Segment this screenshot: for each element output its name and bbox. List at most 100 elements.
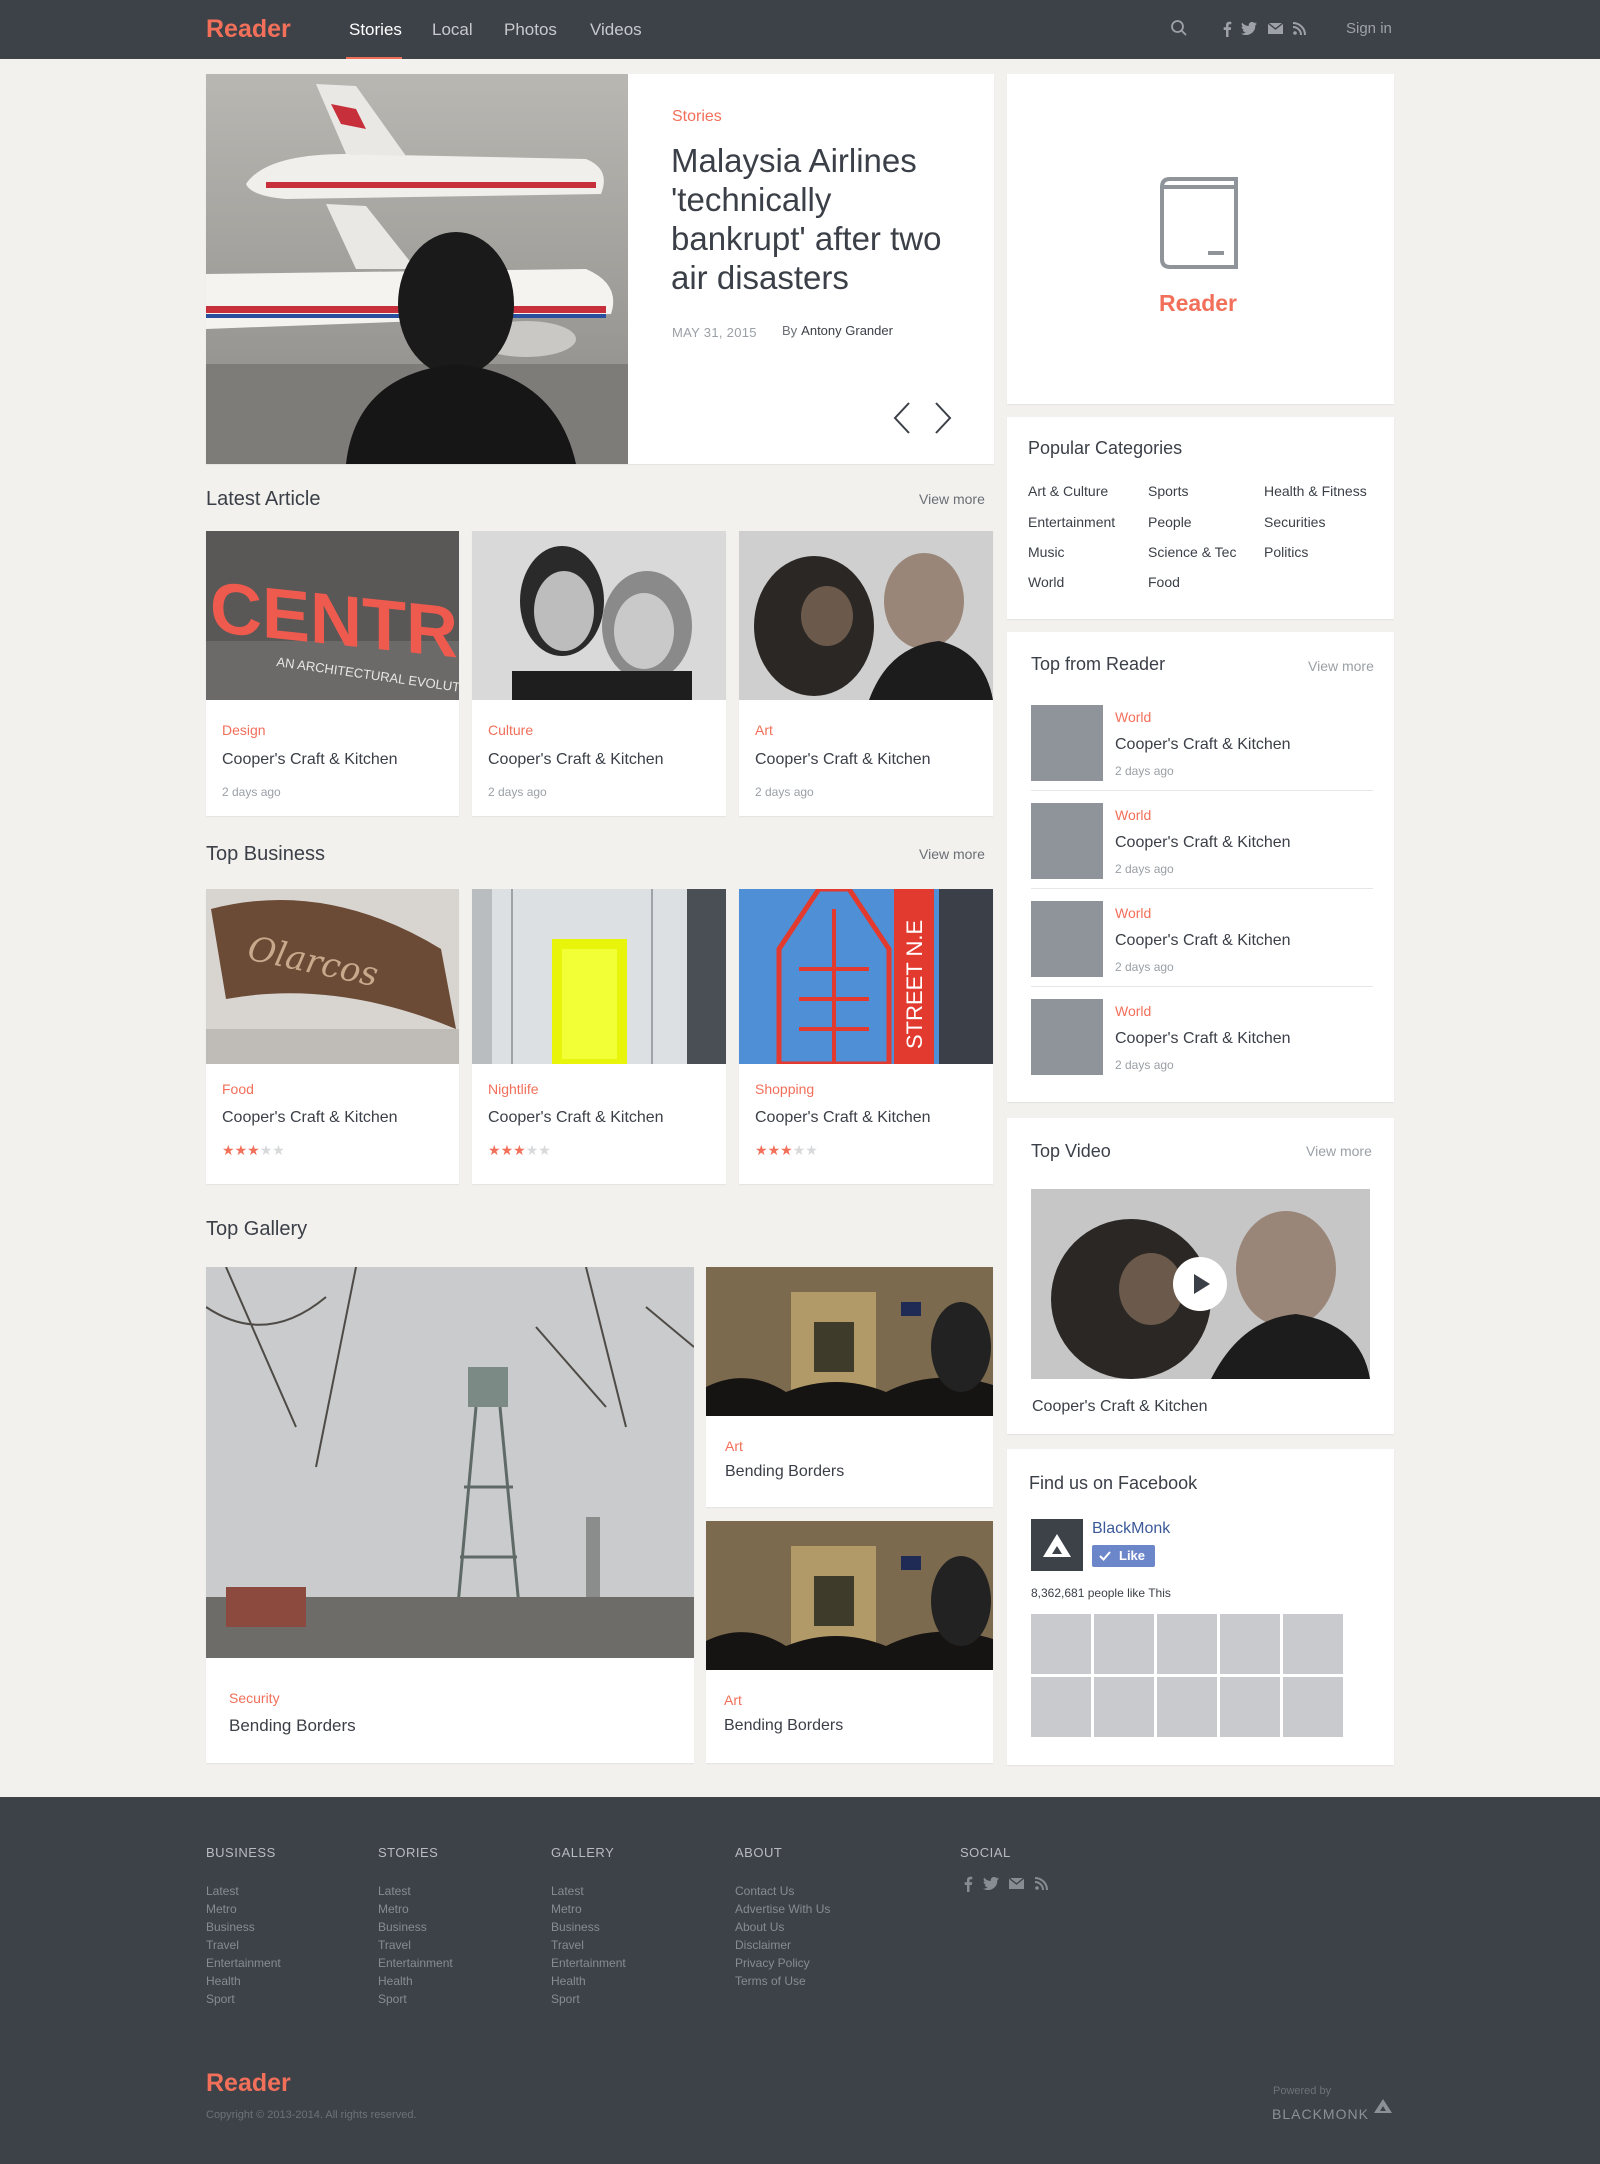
latest-title-3[interactable]: Cooper's Craft & Kitchen — [755, 751, 931, 769]
business-title-2[interactable]: Cooper's Craft & Kitchen — [488, 1109, 664, 1127]
friend-avatar[interactable] — [1157, 1677, 1217, 1737]
chevron-left-icon[interactable] — [891, 400, 913, 436]
footer-link[interactable]: Sport — [378, 1992, 407, 2006]
footer-link[interactable]: Privacy Policy — [735, 1956, 810, 1970]
friend-avatar[interactable] — [1031, 1677, 1091, 1737]
hero-image[interactable] — [206, 74, 628, 464]
business-category-1[interactable]: Food — [222, 1081, 254, 1097]
top-reader-item-title-1[interactable]: Cooper's Craft & Kitchen — [1115, 736, 1291, 754]
category-link[interactable]: Health & Fitness — [1264, 483, 1367, 499]
footer-link[interactable]: Entertainment — [551, 1956, 626, 1970]
latest-image-1[interactable]: CENTRAL AN ARCHITECTURAL EVOLUTION — [206, 531, 459, 700]
gallery-image-2[interactable] — [706, 1267, 993, 1416]
gallery-title-3[interactable]: Bending Borders — [724, 1717, 843, 1735]
footer-link[interactable]: Entertainment — [378, 1956, 453, 1970]
friend-avatar[interactable] — [1094, 1677, 1154, 1737]
top-reader-thumb-2[interactable] — [1031, 803, 1103, 879]
top-video-view-more[interactable]: View more — [1306, 1143, 1372, 1159]
footer-brand[interactable]: BLACKMONK — [1272, 2106, 1369, 2122]
latest-image-2[interactable] — [472, 531, 726, 700]
footer-link[interactable]: Health — [378, 1974, 413, 1988]
latest-image-3[interactable] — [739, 531, 993, 700]
footer-link[interactable]: Contact Us — [735, 1884, 794, 1898]
business-image-3[interactable]: STREET N.E — [739, 889, 993, 1064]
category-link[interactable]: Science & Tec — [1148, 544, 1236, 560]
friend-avatar[interactable] — [1094, 1614, 1154, 1674]
footer-link[interactable]: Disclaimer — [735, 1938, 791, 1952]
category-link[interactable]: World — [1028, 574, 1064, 590]
friend-avatar[interactable] — [1157, 1614, 1217, 1674]
hero-author[interactable]: Antony Grander — [801, 323, 893, 338]
search-icon[interactable] — [1170, 19, 1188, 37]
latest-title-2[interactable]: Cooper's Craft & Kitchen — [488, 751, 664, 769]
top-reader-view-more[interactable]: View more — [1308, 658, 1374, 674]
category-link[interactable]: Food — [1148, 574, 1180, 590]
video-caption[interactable]: Cooper's Craft & Kitchen — [1032, 1398, 1208, 1416]
footer-link[interactable]: Sport — [206, 1992, 235, 2006]
gallery-title-1[interactable]: Bending Borders — [229, 1716, 356, 1736]
footer-mail-icon[interactable] — [1009, 1878, 1024, 1889]
signin-link[interactable]: Sign in — [1346, 20, 1392, 37]
top-reader-item-title-4[interactable]: Cooper's Craft & Kitchen — [1115, 1030, 1291, 1048]
footer-logo[interactable]: Reader — [206, 2069, 291, 2098]
footer-rss-icon[interactable] — [1035, 1877, 1048, 1890]
category-link[interactable]: Sports — [1148, 483, 1188, 499]
nav-videos[interactable]: Videos — [590, 20, 642, 40]
footer-link[interactable]: Latest — [378, 1884, 411, 1898]
latest-category-1[interactable]: Design — [222, 722, 266, 738]
gallery-category-2[interactable]: Art — [725, 1438, 743, 1454]
footer-link[interactable]: Business — [551, 1920, 600, 1934]
blackmonk-logo[interactable] — [1031, 1519, 1083, 1571]
business-title-1[interactable]: Cooper's Craft & Kitchen — [222, 1109, 398, 1127]
latest-category-3[interactable]: Art — [755, 722, 773, 738]
business-title-3[interactable]: Cooper's Craft & Kitchen — [755, 1109, 931, 1127]
mail-icon[interactable] — [1268, 23, 1283, 34]
gallery-category-3[interactable]: Art — [724, 1692, 742, 1708]
top-reader-category-1[interactable]: World — [1115, 709, 1151, 725]
nav-photos[interactable]: Photos — [504, 20, 557, 40]
top-reader-category-4[interactable]: World — [1115, 1003, 1151, 1019]
business-image-1[interactable]: Olarcos — [206, 889, 459, 1064]
facebook-like-button[interactable]: Like — [1092, 1545, 1155, 1567]
gallery-category-1[interactable]: Security — [229, 1690, 280, 1706]
chevron-right-icon[interactable] — [932, 400, 954, 436]
footer-facebook-icon[interactable] — [963, 1876, 973, 1892]
footer-link[interactable]: Metro — [206, 1902, 237, 1916]
business-category-3[interactable]: Shopping — [755, 1081, 814, 1097]
footer-link[interactable]: Latest — [551, 1884, 584, 1898]
gallery-title-2[interactable]: Bending Borders — [725, 1463, 844, 1481]
footer-link[interactable]: Terms of Use — [735, 1974, 806, 1988]
footer-link[interactable]: Metro — [551, 1902, 582, 1916]
top-reader-category-3[interactable]: World — [1115, 905, 1151, 921]
footer-link[interactable]: Health — [206, 1974, 241, 1988]
nav-local[interactable]: Local — [432, 20, 473, 40]
top-reader-category-2[interactable]: World — [1115, 807, 1151, 823]
hero-category[interactable]: Stories — [672, 108, 722, 126]
friend-avatar[interactable] — [1220, 1614, 1280, 1674]
footer-link[interactable]: Business — [206, 1920, 255, 1934]
business-image-2[interactable] — [472, 889, 726, 1064]
play-icon[interactable] — [1173, 1257, 1227, 1311]
footer-link[interactable]: Metro — [378, 1902, 409, 1916]
footer-link[interactable]: Travel — [206, 1938, 239, 1952]
top-reader-item-title-2[interactable]: Cooper's Craft & Kitchen — [1115, 834, 1291, 852]
site-logo[interactable]: Reader — [206, 15, 291, 44]
friend-avatar[interactable] — [1283, 1677, 1343, 1737]
latest-view-more[interactable]: View more — [919, 491, 985, 507]
facebook-icon[interactable] — [1222, 21, 1232, 37]
footer-link[interactable]: Health — [551, 1974, 586, 1988]
footer-link[interactable]: Business — [378, 1920, 427, 1934]
top-reader-thumb-3[interactable] — [1031, 901, 1103, 977]
latest-category-2[interactable]: Culture — [488, 722, 533, 738]
nav-stories[interactable]: Stories — [349, 20, 402, 40]
category-link[interactable]: Politics — [1264, 544, 1308, 560]
top-reader-thumb-4[interactable] — [1031, 999, 1103, 1075]
footer-link[interactable]: Latest — [206, 1884, 239, 1898]
category-link[interactable]: People — [1148, 514, 1192, 530]
friend-avatar[interactable] — [1283, 1614, 1343, 1674]
footer-link[interactable]: Sport — [551, 1992, 580, 2006]
hero-title[interactable]: Malaysia Airlines 'technically bankrupt'… — [671, 141, 961, 297]
friend-avatar[interactable] — [1220, 1677, 1280, 1737]
rss-icon[interactable] — [1293, 22, 1306, 35]
footer-twitter-icon[interactable] — [983, 1877, 999, 1890]
